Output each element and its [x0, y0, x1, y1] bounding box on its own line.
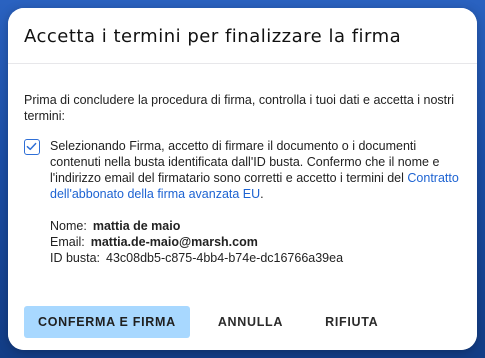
- dialog-body: Prima di concludere la procedura di firm…: [8, 64, 477, 266]
- envelope-id-value: 43c08db5-c875-4bb4-b74e-dc16766a39ea: [106, 251, 344, 265]
- check-icon: [26, 142, 37, 151]
- cancel-button[interactable]: ANNULLA: [204, 306, 297, 338]
- confirm-and-sign-button[interactable]: CONFERMA E FIRMA: [24, 306, 190, 338]
- dialog-title: Accetta i termini per finalizzare la fir…: [24, 26, 402, 47]
- signer-info: Nome: mattia de maio Email: mattia.de-ma…: [24, 218, 461, 266]
- terms-dialog: Accetta i termini per finalizzare la fir…: [8, 8, 477, 350]
- consent-row: Selezionando Firma, accetto di firmare i…: [24, 138, 461, 202]
- consent-prefix: Selezionando Firma, accetto di firmare i…: [50, 139, 440, 185]
- envelope-id-label: ID busta:: [50, 251, 101, 265]
- signer-email-value: mattia.de-maio@marsh.com: [90, 235, 258, 249]
- decline-button[interactable]: RIFIUTA: [311, 306, 392, 338]
- signer-name-label: Nome:: [50, 219, 87, 233]
- signer-name-value: mattia de maio: [92, 219, 181, 233]
- signer-name-line: Nome: mattia de maio: [50, 218, 461, 234]
- dialog-footer: CONFERMA E FIRMA ANNULLA RIFIUTA: [8, 294, 477, 350]
- dialog-header: Accetta i termini per finalizzare la fir…: [8, 8, 477, 64]
- signer-email-line: Email: mattia.de-maio@marsh.com: [50, 234, 461, 250]
- consent-text: Selezionando Firma, accetto di firmare i…: [50, 138, 461, 202]
- signer-email-label: Email:: [50, 235, 85, 249]
- consent-checkbox[interactable]: [24, 139, 40, 155]
- consent-suffix: .: [260, 187, 264, 201]
- envelope-id-line: ID busta: 43c08db5-c875-4bb4-b74e-dc1676…: [50, 250, 461, 266]
- intro-text: Prima di concludere la procedura di firm…: [24, 93, 455, 123]
